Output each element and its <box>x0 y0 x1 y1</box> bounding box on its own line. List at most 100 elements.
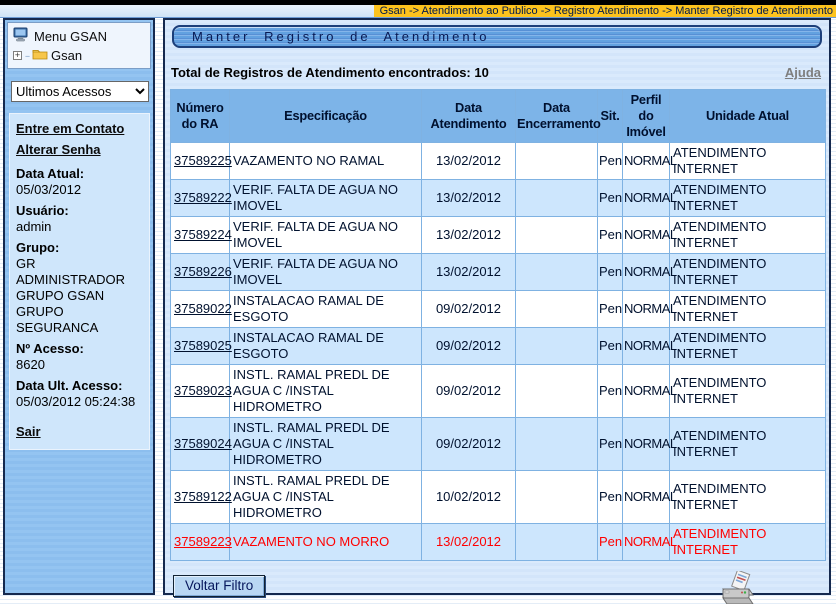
contact-link[interactable]: Entre em Contato <box>16 121 124 136</box>
data-atendimento-cell: 13/02/2012 <box>422 180 516 217</box>
table-row: 37589225 VAZAMENTO NO RAMAL 13/02/2012 P… <box>171 143 826 180</box>
especificacao-cell: INSTL. RAMAL PREDL DE AGUA C /INSTAL HID… <box>230 418 422 471</box>
ra-number-link[interactable]: 37589224 <box>174 227 232 242</box>
unidade-atual-cell: ATENDIMENTO INTERNET <box>670 524 826 561</box>
help-link[interactable]: Ajuda <box>785 65 821 80</box>
unidade-atual-cell: ATENDIMENTO INTERNET <box>670 217 826 254</box>
col-header-data-atendimento: Data Atendimento <box>422 90 516 143</box>
ra-number-link[interactable]: 37589226 <box>174 264 232 279</box>
unidade-atual-cell: ATENDIMENTO INTERNET <box>670 365 826 418</box>
user-info-panel: Entre em Contato Alterar Senha Data Atua… <box>9 113 150 450</box>
data-atendimento-cell: 13/02/2012 <box>422 254 516 291</box>
perfil-imovel-cell: NORMAL <box>623 471 670 524</box>
unidade-atual-cell: ATENDIMENTO INTERNET <box>670 471 826 524</box>
situacao-cell: Pen <box>598 365 623 418</box>
data-atendimento-cell: 09/02/2012 <box>422 418 516 471</box>
situacao-cell: Pen <box>598 143 623 180</box>
especificacao-cell: VERIF. FALTA DE AGUA NO IMOVEL <box>230 254 422 291</box>
data-atendimento-cell: 13/02/2012 <box>422 143 516 180</box>
situacao-cell: Pen <box>598 471 623 524</box>
especificacao-cell: VAZAMENTO NO RAMAL <box>230 143 422 180</box>
group-value: GR ADMINISTRADOR GRUPO GSAN GRUPO SEGURA… <box>16 256 144 336</box>
last-access-item: Data Ult. Acesso: 05/03/2012 05:24:38 <box>16 378 144 410</box>
breadcrumb: Gsan -> Atendimento ao Publico -> Regist… <box>374 5 836 17</box>
situacao-cell: Pen <box>598 180 623 217</box>
especificacao-cell: VAZAMENTO NO MORRO <box>230 524 422 561</box>
col-header-numero-ra: Número do RA <box>171 90 230 143</box>
table-row: 37589024 INSTL. RAMAL PREDL DE AGUA C /I… <box>171 418 826 471</box>
data-encerramento-cell <box>516 254 598 291</box>
situacao-cell: Pen <box>598 217 623 254</box>
data-encerramento-cell <box>516 328 598 365</box>
ra-number-link[interactable]: 37589225 <box>174 153 232 168</box>
situacao-cell: Pen <box>598 254 623 291</box>
ra-number-link[interactable]: 37589122 <box>174 489 232 504</box>
group-label: Grupo: <box>16 240 144 256</box>
ra-number-link[interactable]: 37589223 <box>174 534 232 549</box>
printer-icon[interactable] <box>719 571 757 604</box>
perfil-imovel-cell: NORMAL <box>623 291 670 328</box>
data-atendimento-cell: 09/02/2012 <box>422 291 516 328</box>
ra-table: Número do RA Especificação Data Atendime… <box>170 89 826 561</box>
menu-root-label: Menu GSAN <box>34 29 107 44</box>
data-atendimento-cell: 10/02/2012 <box>422 471 516 524</box>
perfil-imovel-cell: NORMAL <box>623 180 670 217</box>
logout-link[interactable]: Sair <box>16 424 41 439</box>
page-title: Manter Registro de Atendimento <box>172 25 822 48</box>
col-header-perfil-imovel: Perfil do Imóvel <box>623 90 670 143</box>
especificacao-cell: VERIF. FALTA DE AGUA NO IMOVEL <box>230 217 422 254</box>
tree-item-gsan[interactable]: + -- Gsan <box>13 48 145 63</box>
user-label: Usuário: <box>16 203 144 219</box>
especificacao-cell: INSTL. RAMAL PREDL DE AGUA C /INSTAL HID… <box>230 471 422 524</box>
especificacao-cell: INSTALACAO RAMAL DE ESGOTO <box>230 291 422 328</box>
last-access-label: Data Ult. Acesso: <box>16 378 144 394</box>
data-encerramento-cell <box>516 143 598 180</box>
ra-number-link[interactable]: 37589222 <box>174 190 232 205</box>
main-panel: Manter Registro de Atendimento Total de … <box>163 18 831 595</box>
perfil-imovel-cell: NORMAL <box>623 365 670 418</box>
perfil-imovel-cell: NORMAL <box>623 328 670 365</box>
data-atendimento-cell: 09/02/2012 <box>422 328 516 365</box>
data-atendimento-cell: 13/02/2012 <box>422 217 516 254</box>
unidade-atual-cell: ATENDIMENTO INTERNET <box>670 180 826 217</box>
data-encerramento-cell <box>516 217 598 254</box>
perfil-imovel-cell: NORMAL <box>623 143 670 180</box>
access-number-item: Nº Acesso: 8620 <box>16 341 144 373</box>
data-encerramento-cell <box>516 418 598 471</box>
recent-access-select[interactable]: Ultimos Acessos <box>11 81 149 102</box>
perfil-imovel-cell: NORMAL <box>623 254 670 291</box>
col-header-data-encerramento: Data Encerramento <box>516 90 598 143</box>
ra-number-link[interactable]: 37589023 <box>174 383 232 398</box>
breadcrumb-bar: Gsan -> Atendimento ao Publico -> Regist… <box>0 5 836 18</box>
especificacao-cell: INSTALACAO RAMAL DE ESGOTO <box>230 328 422 365</box>
situacao-cell: Pen <box>598 291 623 328</box>
current-date-item: Data Atual: 05/03/2012 <box>16 166 144 198</box>
especificacao-cell: INSTL. RAMAL PREDL DE AGUA C /INSTAL HID… <box>230 365 422 418</box>
table-row: 37589025 INSTALACAO RAMAL DE ESGOTO 09/0… <box>171 328 826 365</box>
data-encerramento-cell <box>516 471 598 524</box>
table-row: 37589226 VERIF. FALTA DE AGUA NO IMOVEL … <box>171 254 826 291</box>
data-atendimento-cell: 13/02/2012 <box>422 524 516 561</box>
voltar-filtro-button[interactable]: Voltar Filtro <box>173 575 265 597</box>
tree-item-label: Gsan <box>51 48 82 63</box>
ra-number-link[interactable]: 37589022 <box>174 301 232 316</box>
menu-root[interactable]: Menu GSAN <box>13 27 145 45</box>
table-header-row: Número do RA Especificação Data Atendime… <box>171 90 826 143</box>
table-row: 37589122 INSTL. RAMAL PREDL DE AGUA C /I… <box>171 471 826 524</box>
situacao-cell: Pen <box>598 524 623 561</box>
perfil-imovel-cell: NORMAL <box>623 524 670 561</box>
tree-expand-icon[interactable]: + <box>13 51 22 60</box>
current-date-value: 05/03/2012 <box>16 182 144 198</box>
unidade-atual-cell: ATENDIMENTO INTERNET <box>670 254 826 291</box>
ra-number-link[interactable]: 37589025 <box>174 338 232 353</box>
col-header-especificacao: Especificação <box>230 90 422 143</box>
gsan-page: Gsan -> Atendimento ao Publico -> Regist… <box>0 0 836 604</box>
unidade-atual-cell: ATENDIMENTO INTERNET <box>670 328 826 365</box>
sidebar: Menu GSAN + -- Gsan Ultimos Acessos Ent <box>3 18 155 595</box>
user-value: admin <box>16 219 144 235</box>
access-number-label: Nº Acesso: <box>16 341 144 357</box>
situacao-cell: Pen <box>598 418 623 471</box>
change-password-link[interactable]: Alterar Senha <box>16 142 101 157</box>
unidade-atual-cell: ATENDIMENTO INTERNET <box>670 143 826 180</box>
ra-number-link[interactable]: 37589024 <box>174 436 232 451</box>
